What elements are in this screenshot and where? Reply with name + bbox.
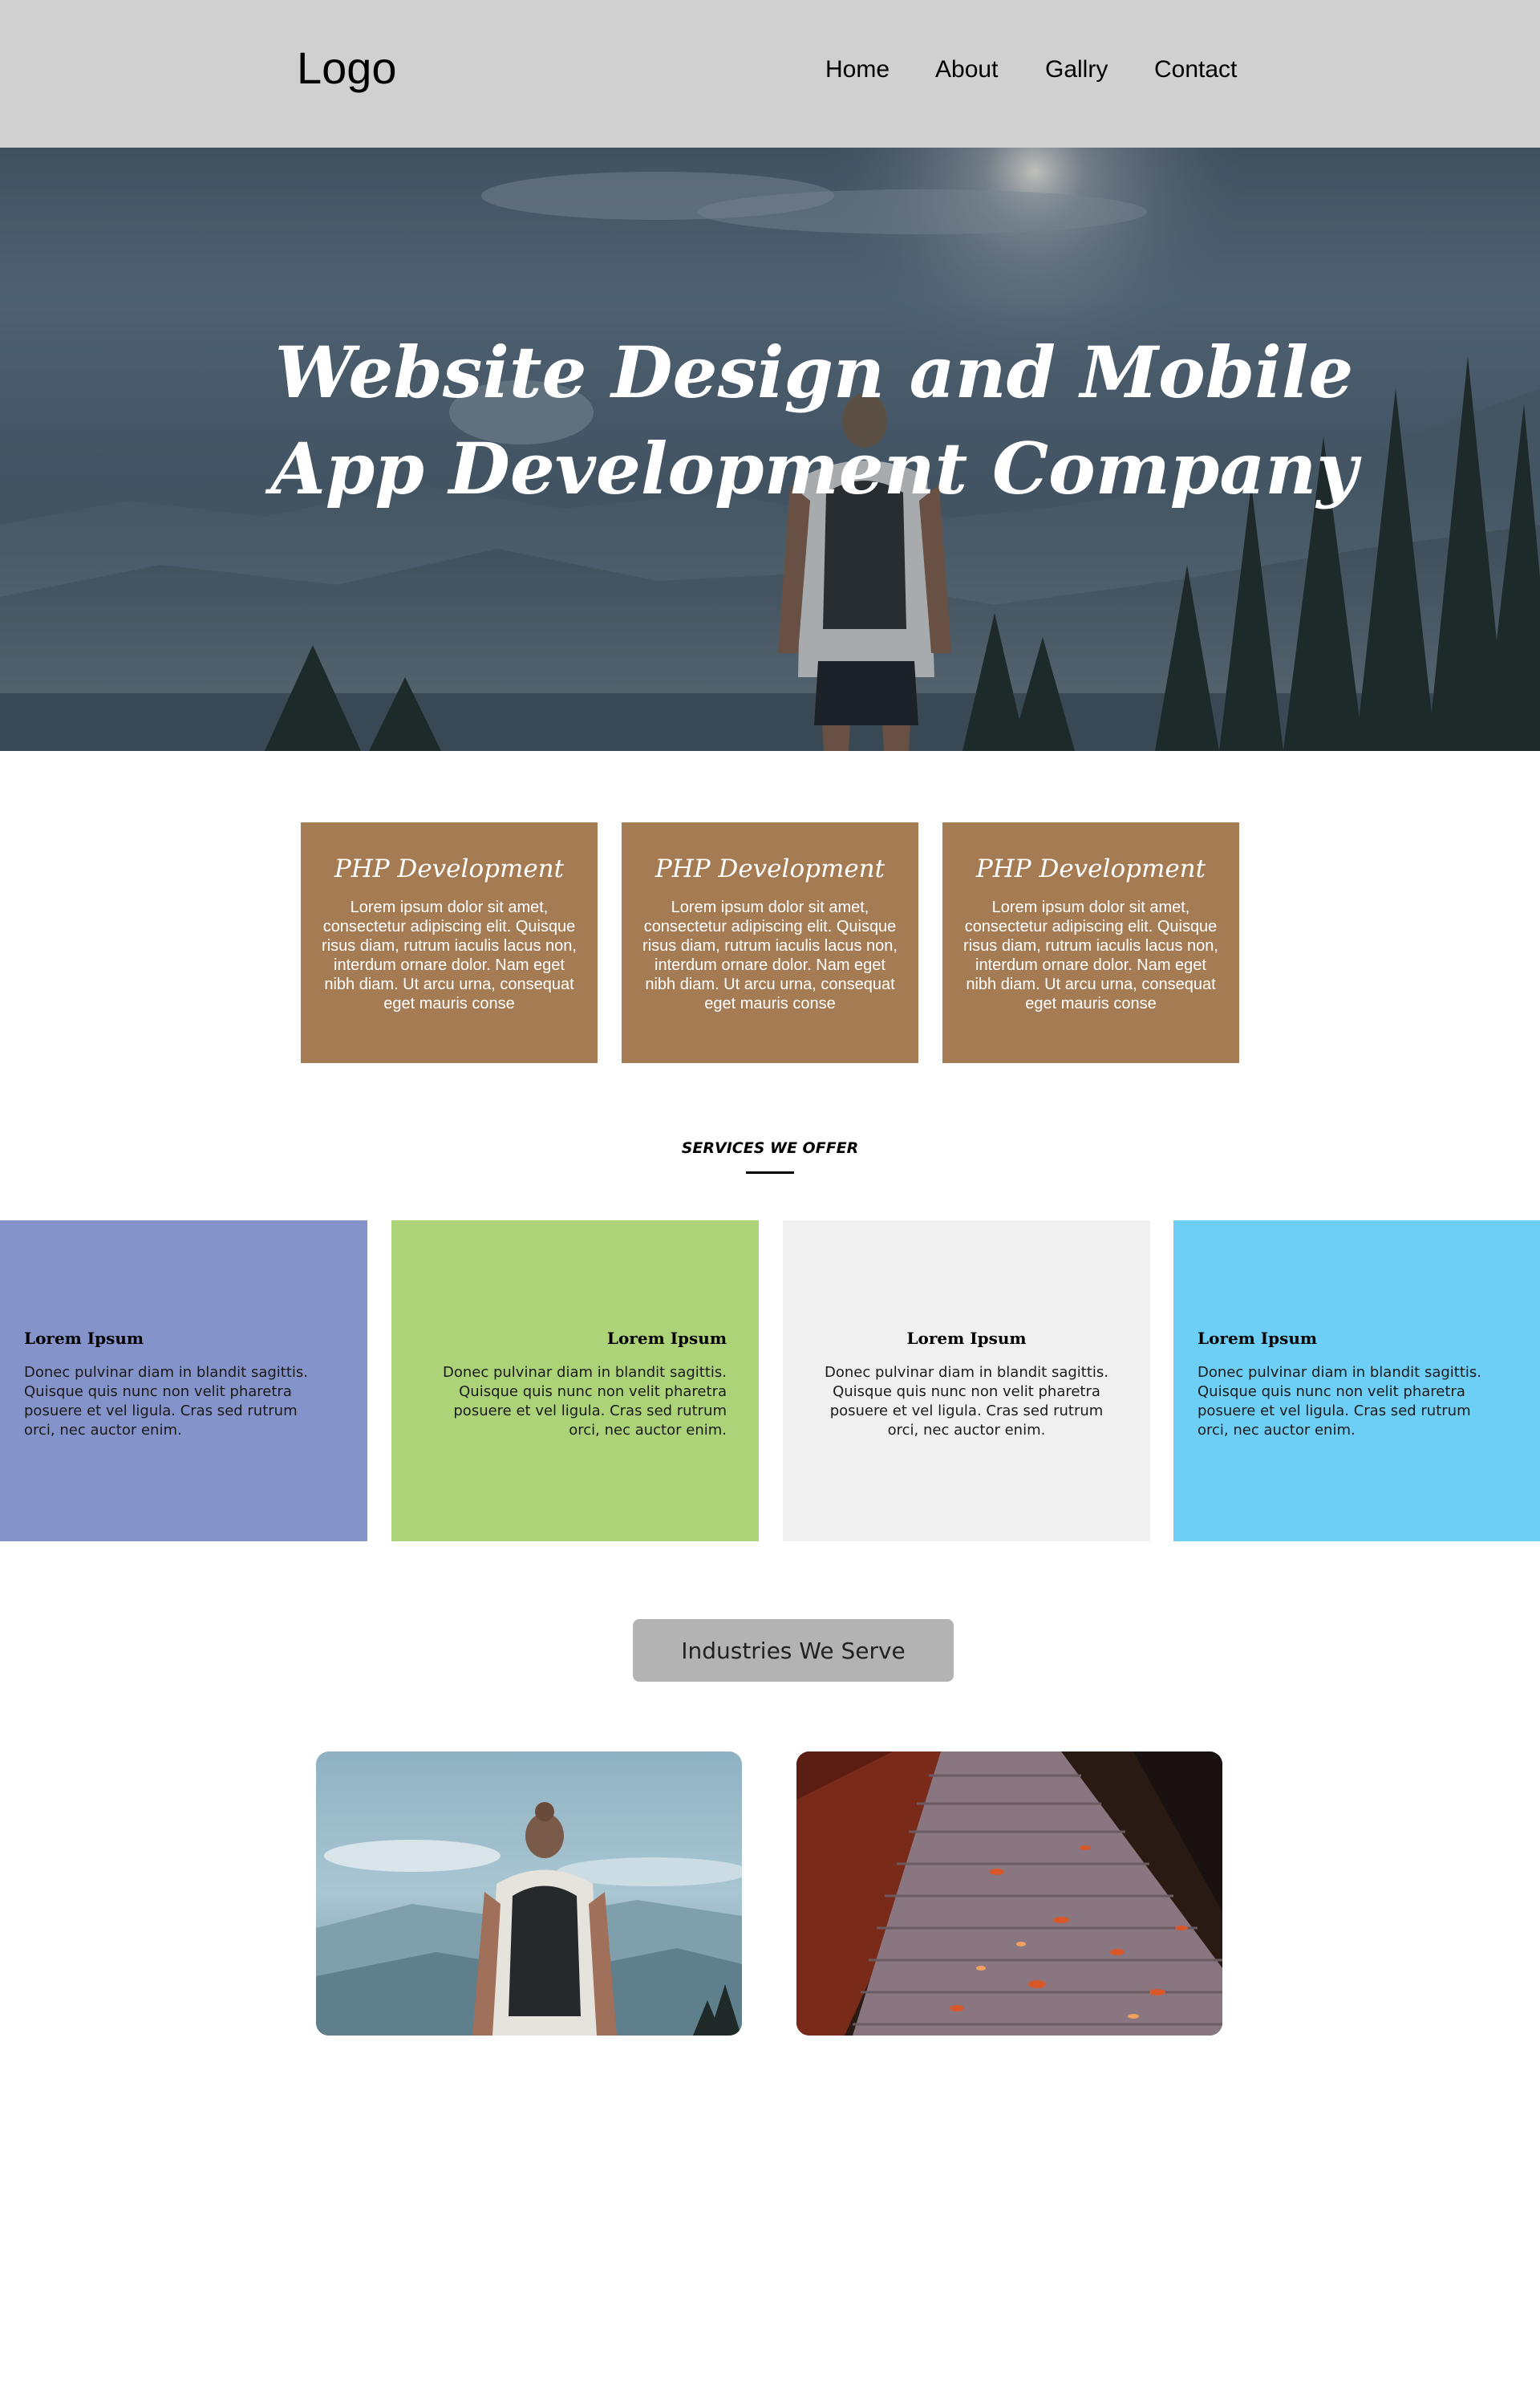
site-header: Logo Home About Gallry Contact [0, 0, 1540, 148]
nav-gallery-link[interactable]: Gallry [1045, 56, 1108, 83]
feature-card-body: Lorem ipsum dolor sit amet, consectetur … [322, 899, 577, 1013]
service-body: Donec pulvinar diam in blandit sagittis.… [1198, 1364, 1481, 1439]
nav-home-link[interactable]: Home [825, 56, 890, 83]
feature-card: PHP Development Lorem ipsum dolor sit am… [622, 822, 918, 1063]
service-block: Lorem Ipsum Donec pulvinar diam in bland… [783, 1220, 1150, 1541]
nav-contact-link[interactable]: Contact [1154, 56, 1237, 83]
service-title: Lorem Ipsum [606, 1329, 727, 1348]
industries-we-serve-button[interactable]: Industries We Serve [633, 1619, 954, 1682]
hero-banner: Website Design and Mobile App Developmen… [0, 148, 1540, 751]
service-block: Lorem Ipsum Donec pulvinar diam in bland… [0, 1220, 367, 1541]
service-title: Lorem Ipsum [1198, 1329, 1318, 1348]
hero-title-line-2: App Development Company [270, 427, 1358, 510]
logo[interactable]: Logo [297, 42, 397, 94]
feature-card: PHP Development Lorem ipsum dolor sit am… [301, 822, 598, 1063]
service-body: Donec pulvinar diam in blandit sagittis.… [825, 1364, 1108, 1439]
feature-card: PHP Development Lorem ipsum dolor sit am… [942, 822, 1239, 1063]
services-heading: SERVICES WE OFFER [681, 1139, 859, 1157]
hiker-image [316, 1751, 742, 2036]
boardwalk-illustration [796, 1751, 1222, 2036]
service-block: Lorem Ipsum Donec pulvinar diam in bland… [391, 1220, 759, 1541]
hero-title-line-1: Website Design and Mobile [274, 331, 1354, 414]
hiker-illustration [316, 1751, 742, 2036]
services-heading-underline [746, 1171, 794, 1174]
feature-card-body: Lorem ipsum dolor sit amet, consectetur … [963, 899, 1218, 1013]
feature-card-title: PHP Development [975, 854, 1206, 883]
service-block: Lorem Ipsum Donec pulvinar diam in bland… [1173, 1220, 1540, 1541]
service-body: Donec pulvinar diam in blandit sagittis.… [24, 1364, 308, 1439]
feature-card-title: PHP Development [334, 854, 565, 883]
nav-about-link[interactable]: About [935, 56, 998, 83]
service-title: Lorem Ipsum [906, 1329, 1027, 1348]
feature-card-title: PHP Development [654, 854, 886, 883]
service-body: Donec pulvinar diam in blandit sagittis.… [443, 1364, 727, 1439]
service-title: Lorem Ipsum [24, 1329, 144, 1348]
hero-title: Website Design and Mobile App Developmen… [0, 324, 1540, 517]
feature-card-body: Lorem ipsum dolor sit amet, consectetur … [642, 899, 898, 1013]
autumn-boardwalk-image [796, 1751, 1222, 2036]
